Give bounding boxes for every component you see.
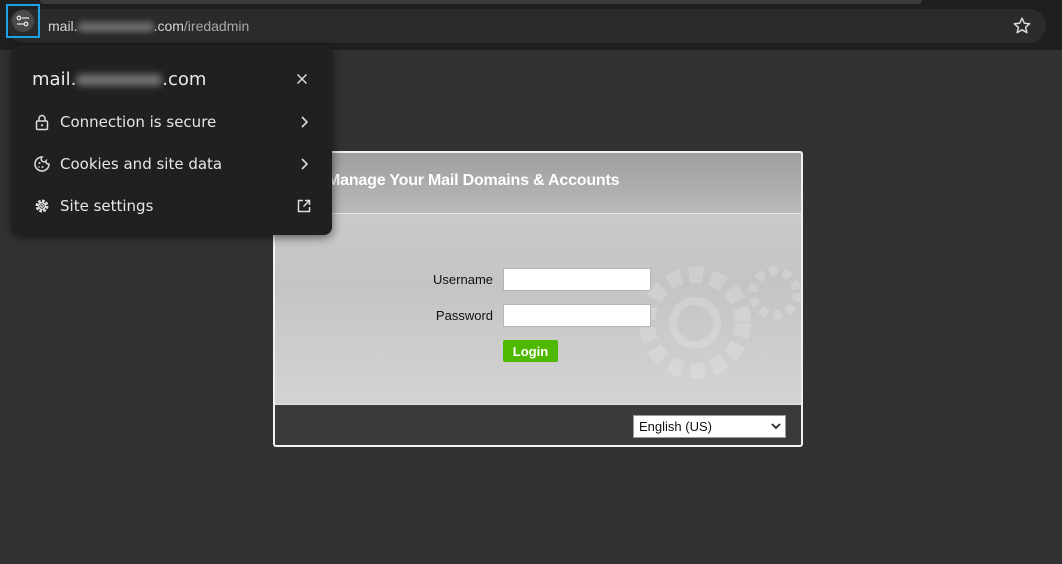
page-title: n To Manage Your Mail Domains & Accounts (291, 172, 620, 189)
username-input[interactable] (503, 268, 651, 291)
chevron-right-icon (301, 158, 309, 170)
lock-icon (35, 114, 49, 131)
gear-icon (35, 199, 49, 213)
external-link-icon (297, 199, 311, 213)
site-settings-item[interactable]: Site settings (12, 186, 332, 226)
username-label: Username (433, 272, 493, 287)
url-prefix: mail. (48, 18, 78, 34)
login-button[interactable]: Login (503, 340, 558, 362)
cookie-icon (34, 156, 50, 172)
panel-footer: English (US) (275, 404, 801, 445)
password-label: Password (435, 308, 493, 323)
site-settings-label: Site settings (60, 197, 154, 215)
redacted-domain (77, 22, 154, 33)
chevron-right-icon (301, 116, 309, 128)
url-suffix: .com (153, 18, 184, 34)
close-icon[interactable] (294, 71, 310, 87)
popup-title-prefix: mail. (32, 69, 77, 90)
cookies-site-data-item[interactable]: Cookies and site data (12, 144, 332, 184)
tab-strip (40, 0, 922, 4)
connection-secure-label: Connection is secure (60, 113, 217, 131)
popup-domain-title: mail. .com (32, 69, 206, 90)
site-info-button[interactable] (6, 4, 40, 38)
browser-toolbar: mail. .com/iredadmin (0, 0, 1062, 50)
language-select[interactable]: English (US) (633, 415, 786, 438)
login-panel: n To Manage Your Mail Domains & Accounts… (273, 151, 803, 447)
star-icon[interactable] (1012, 16, 1032, 36)
panel-header: n To Manage Your Mail Domains & Accounts (275, 153, 801, 214)
redacted-domain (76, 74, 163, 86)
connection-secure-item[interactable]: Connection is secure (12, 102, 332, 142)
url-path: /iredadmin (183, 18, 250, 34)
language-value: English (US) (639, 419, 712, 434)
chevron-down-icon (771, 423, 781, 430)
tune-icon (12, 10, 34, 32)
popup-title-suffix: .com (162, 69, 207, 90)
cookies-site-data-label: Cookies and site data (60, 155, 223, 173)
password-input[interactable] (503, 304, 651, 327)
url-text[interactable]: mail. .com/iredadmin (48, 18, 249, 34)
site-info-popup: mail. .com Connection is secure Cookies a… (12, 45, 332, 235)
